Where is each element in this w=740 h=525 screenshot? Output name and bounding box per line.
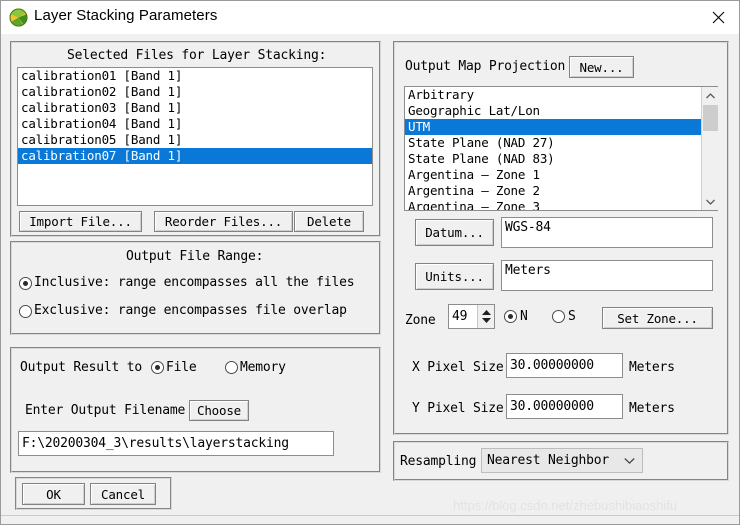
hemisphere-south-label: S (568, 309, 576, 324)
y-pixel-size-input[interactable]: 30.00000000 (506, 394, 623, 419)
units-value-field[interactable]: Meters (501, 260, 713, 291)
selected-file-row[interactable]: calibration07 [Band 1] (18, 148, 372, 164)
title-bar: Layer Stacking Parameters (1, 1, 739, 34)
zone-label: Zone (405, 313, 436, 328)
projection-row[interactable]: Geographic Lat/Lon (405, 103, 717, 119)
x-pixel-size-label: X Pixel Size (412, 360, 504, 375)
new-projection-button[interactable]: New... (569, 56, 634, 78)
datum-button[interactable]: Datum... (415, 219, 494, 246)
radio-north-icon[interactable] (504, 310, 517, 323)
x-pixel-size-input[interactable]: 30.00000000 (506, 353, 623, 378)
selected-files-heading: Selected Files for Layer Stacking: (67, 48, 327, 63)
selected-file-row[interactable]: calibration04 [Band 1] (18, 116, 372, 132)
hemisphere-north-label: N (520, 309, 528, 324)
import-file-button[interactable]: Import File... (19, 211, 142, 232)
x-pixel-size-units: Meters (629, 360, 675, 375)
cancel-button[interactable]: Cancel (90, 483, 156, 505)
delete-button[interactable]: Delete (294, 211, 364, 232)
output-filename-value: F:\20200304_3\results\layerstacking (22, 436, 289, 451)
x-pixel-size-value: 30.00000000 (510, 358, 594, 373)
output-filename-input[interactable]: F:\20200304_3\results\layerstacking (18, 431, 334, 456)
envi-globe-icon (9, 8, 28, 27)
selected-file-row[interactable]: calibration05 [Band 1] (18, 132, 372, 148)
dialog-bottom-bar (1, 515, 739, 524)
projection-row[interactable]: Arbitrary (405, 87, 717, 103)
radio-file-icon[interactable] (151, 361, 164, 374)
resampling-value: Nearest Neighbor (487, 453, 610, 468)
zone-value: 49 (452, 309, 468, 324)
projection-row[interactable]: Argentina – Zone 3 (405, 199, 717, 210)
output-result-prefix: Output Result to (20, 360, 143, 375)
output-target-memory-label: Memory (240, 360, 286, 375)
close-icon[interactable] (695, 1, 739, 33)
projection-row[interactable]: Argentina – Zone 1 (405, 167, 717, 183)
resampling-label: Resampling (400, 454, 477, 469)
scrollbar-thumb[interactable] (703, 105, 718, 131)
scroll-up-icon[interactable] (702, 87, 718, 104)
radio-exclusive-icon[interactable] (19, 305, 32, 318)
watermark-text: https://blog.csdn.net/zhebushibiaoshifu (453, 498, 678, 513)
range-option-exclusive-label: Exclusive: range encompasses file overla… (34, 303, 347, 318)
resampling-select[interactable]: Nearest Neighbor (481, 448, 643, 473)
filename-label: Enter Output Filename (25, 403, 186, 418)
projection-heading: Output Map Projection (405, 59, 566, 74)
y-pixel-size-label: Y Pixel Size (412, 401, 504, 416)
selected-file-row[interactable]: calibration02 [Band 1] (18, 84, 372, 100)
projection-row[interactable]: Argentina – Zone 2 (405, 183, 717, 199)
radio-memory-icon[interactable] (225, 361, 238, 374)
y-pixel-size-value: 30.00000000 (510, 399, 594, 414)
projection-list[interactable]: Arbitrary Geographic Lat/Lon UTM State Plan… (404, 86, 718, 211)
projection-row[interactable]: State Plane (NAD 83) (405, 151, 717, 167)
radio-inclusive-icon[interactable] (19, 277, 32, 290)
set-zone-button[interactable]: Set Zone... (602, 307, 713, 329)
selected-file-row[interactable]: calibration03 [Band 1] (18, 100, 372, 116)
reorder-files-button[interactable]: Reorder Files... (154, 211, 293, 232)
chevron-down-icon (624, 453, 635, 468)
choose-button[interactable]: Choose (189, 400, 249, 421)
units-value: Meters (505, 263, 551, 278)
zone-stepper[interactable]: 49 (448, 304, 495, 329)
layer-stacking-dialog: Layer Stacking Parameters Selected Files… (0, 0, 740, 525)
output-file-range-heading: Output File Range: (126, 249, 264, 264)
radio-south-icon[interactable] (552, 310, 565, 323)
projection-list-scrollbar[interactable] (701, 87, 718, 210)
selected-file-row[interactable]: calibration01 [Band 1] (18, 68, 372, 84)
ok-button[interactable]: OK (22, 483, 85, 505)
datum-value-field[interactable]: WGS-84 (501, 217, 713, 248)
projection-row[interactable]: State Plane (NAD 27) (405, 135, 717, 151)
output-target-file-label: File (166, 360, 197, 375)
projection-row[interactable]: UTM (405, 119, 702, 135)
scroll-down-icon[interactable] (702, 193, 719, 210)
units-button[interactable]: Units... (415, 263, 494, 290)
zone-stepper-arrows-icon[interactable] (477, 305, 494, 328)
range-option-inclusive-label: Inclusive: range encompasses all the fil… (34, 275, 355, 290)
y-pixel-size-units: Meters (629, 401, 675, 416)
window-title: Layer Stacking Parameters (34, 7, 218, 24)
datum-value: WGS-84 (505, 220, 551, 235)
selected-files-list[interactable]: calibration01 [Band 1] calibration02 [Ban… (17, 67, 373, 206)
